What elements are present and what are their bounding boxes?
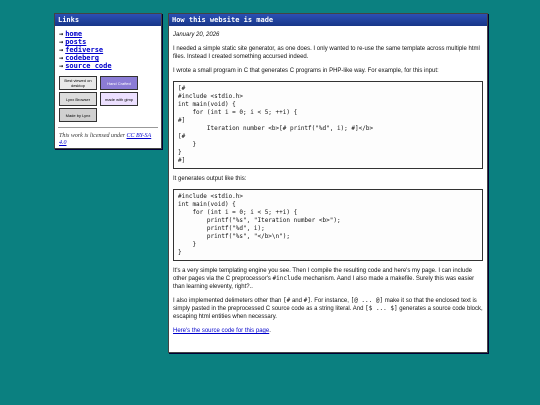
link-home[interactable]: home [65,30,82,38]
links-window: Links → home → posts → fediverse → codeberg … [54,13,162,149]
inline-code-at: [@ ... @] [350,297,384,304]
link-item-home[interactable]: → home [59,30,161,38]
p5-text-a: I also implemented delimeters other than [173,298,284,304]
badge-made-with-gimp[interactable]: made with gimp [100,92,138,106]
inline-code-dollar: [$ ... $] [365,305,398,312]
license-text: This work is licensed under CC BY-SA 4.0 [59,133,157,147]
arrow-icon: → [59,30,64,38]
paragraph-2: I wrote a small program in C that genera… [173,68,439,74]
code-block-input: [# #include <stdio.h> int main(void) { f… [173,81,483,169]
badge-best-viewed[interactable]: Best viewed on desktop [59,76,97,90]
link-codeberg[interactable]: codeberg [65,54,99,62]
inline-code-close: #] [303,297,311,304]
p5-text-b: . For instance, [310,298,351,304]
link-posts[interactable]: posts [65,38,86,46]
badge-hand-crafted[interactable]: Hand Crafted [100,76,138,90]
badge-grid: Best viewed on desktop Hand Crafted Lynx… [59,76,161,122]
link-item-posts[interactable]: → posts [59,38,161,46]
link-fediverse[interactable]: fediverse [65,46,103,54]
arrow-icon: → [59,54,64,62]
paragraph-4: It's a very simple templating engine you… [173,267,483,291]
article-date: January 20, 2026 [173,32,220,38]
arrow-icon: → [59,62,64,70]
paragraph-6: Here's the source code for this page. [173,328,271,334]
p5-and: and [290,298,304,304]
paragraph-3: It generates output like this: [173,176,247,182]
source-code-link[interactable]: Here's the source code for this page [173,328,269,334]
license-prefix: This work is licensed under [59,133,127,139]
code-block-output: #include <stdio.h> int main(void) { for … [173,189,483,261]
link-item-source-code[interactable]: → source code [59,62,161,70]
paragraph-1: I needed a simple static site generator,… [173,46,480,60]
links-list: → home → posts → fediverse → codeberg → sourc… [59,30,161,70]
link-item-codeberg[interactable]: → codeberg [59,54,161,62]
article-window: How this website is made January 20, 202… [168,13,488,353]
arrow-icon: → [59,38,64,46]
badge-made-by-lynx[interactable]: Made by Lynx [59,108,97,122]
divider [58,127,158,128]
link-source-code[interactable]: source code [65,62,111,70]
inline-code-include: #include [272,275,302,282]
links-window-title: Links [55,14,161,26]
arrow-icon: → [59,46,64,54]
paragraph-5: I also implemented delimeters other than… [173,297,483,321]
badge-lynx-browser[interactable]: Lynx Browser [59,92,97,106]
link-item-fediverse[interactable]: → fediverse [59,46,161,54]
article-title: How this website is made [169,14,487,26]
article-content: January 20, 2026 I needed a simple stati… [169,26,487,344]
